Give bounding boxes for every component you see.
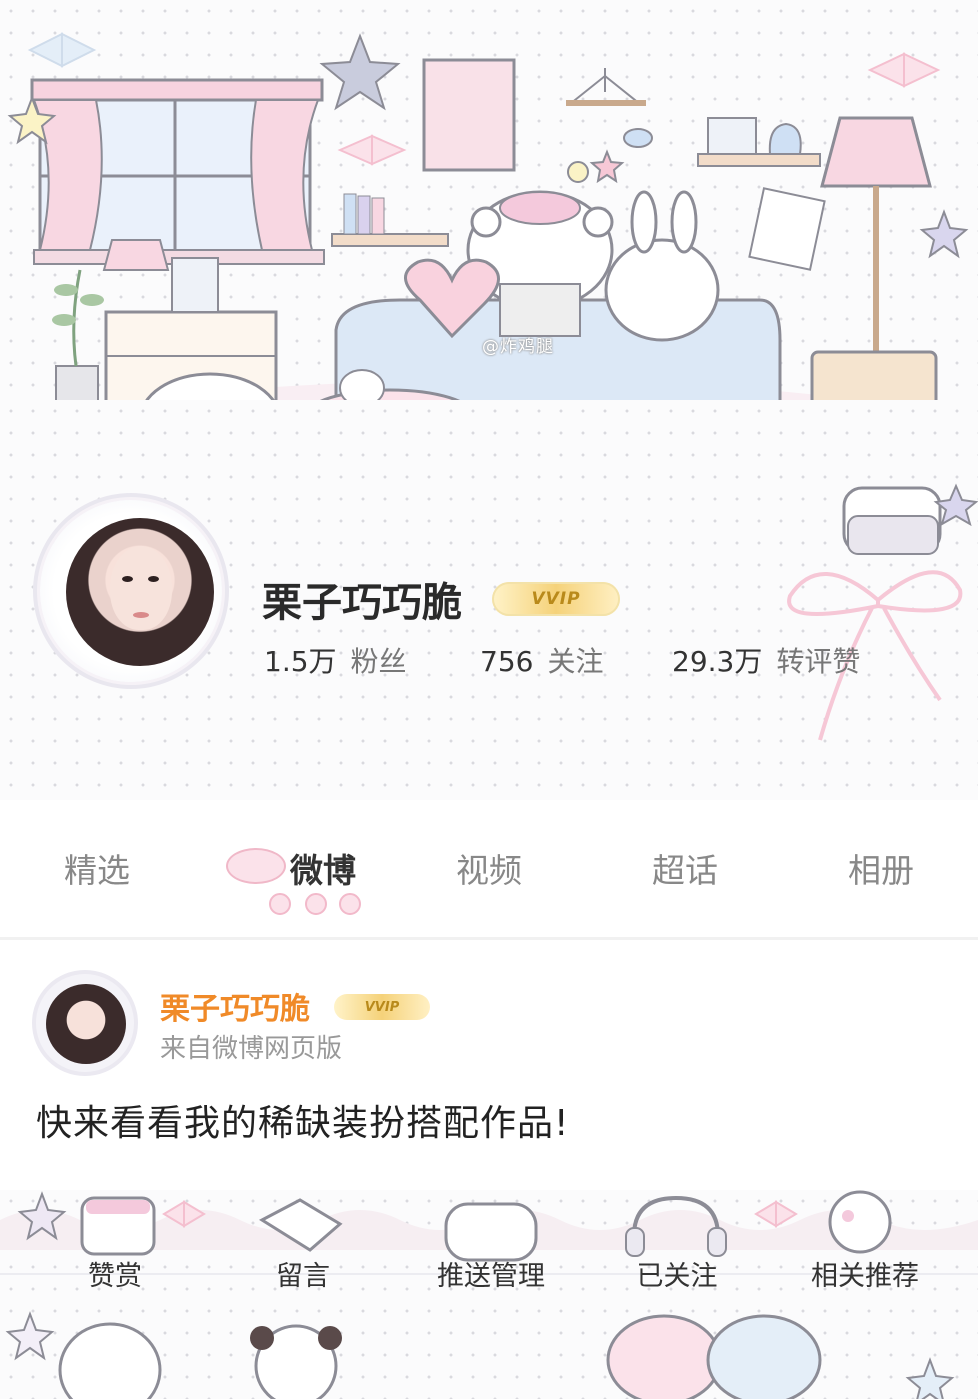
bottom-decorations bbox=[0, 1190, 978, 1399]
banner-watermark: @炸鸡腿 bbox=[482, 337, 554, 357]
avatar[interactable] bbox=[66, 518, 214, 666]
profile-username: 栗子巧巧脆 bbox=[262, 581, 462, 625]
action-following[interactable]: 已关注 bbox=[582, 1254, 772, 1293]
recommend-icon bbox=[828, 1190, 892, 1254]
active-tab-indicator-icon bbox=[269, 893, 361, 915]
action-push-settings[interactable]: 推送管理 bbox=[396, 1254, 586, 1293]
tab-featured[interactable]: 精选 bbox=[22, 844, 172, 892]
post-avatar[interactable] bbox=[46, 984, 126, 1064]
stat-label: 粉丝 bbox=[350, 645, 407, 678]
stat-value: 756 bbox=[480, 645, 534, 678]
bottom-action-bar: 赞赏 留言 推送管理 已关注 相关推荐 bbox=[0, 1190, 978, 1399]
action-label: 留言 bbox=[276, 1261, 330, 1292]
action-reward[interactable]: 赞赏 bbox=[20, 1254, 210, 1293]
action-label: 推送管理 bbox=[437, 1261, 545, 1292]
gift-box-icon bbox=[80, 1196, 156, 1256]
stat-followers[interactable]: 1.5万 粉丝 bbox=[264, 640, 407, 680]
action-label: 相关推荐 bbox=[811, 1261, 919, 1292]
profile-tabs: 精选 微博 视频 超话 相册 bbox=[0, 800, 978, 938]
profile-header: 栗子巧巧脆 VVIP 1.5万 粉丝 756 关注 29.3万 转评赞 bbox=[0, 400, 978, 800]
action-label: 已关注 bbox=[636, 1261, 718, 1292]
stat-label: 转评赞 bbox=[776, 645, 861, 678]
tab-supertopic[interactable]: 超话 bbox=[610, 844, 760, 892]
post-vip-badge: VVIP bbox=[334, 994, 430, 1020]
post-author-name[interactable]: 栗子巧巧脆 bbox=[160, 984, 310, 1028]
tab-videos[interactable]: 视频 bbox=[414, 844, 564, 892]
stat-interactions[interactable]: 29.3万 转评赞 bbox=[672, 640, 860, 680]
post-text[interactable]: 快来看看我的稀缺装扮搭配作品! bbox=[36, 1094, 569, 1146]
push-icon bbox=[444, 1202, 538, 1262]
action-label: 赞赏 bbox=[88, 1261, 142, 1292]
stat-value: 1.5万 bbox=[264, 645, 337, 678]
stat-value: 29.3万 bbox=[672, 645, 763, 678]
action-recommendations[interactable]: 相关推荐 bbox=[770, 1254, 960, 1293]
post-source: 来自微博网页版 bbox=[160, 1034, 343, 1064]
stat-following[interactable]: 756 关注 bbox=[480, 640, 603, 680]
tab-weibo[interactable]: 微博 bbox=[248, 844, 398, 892]
vip-badge[interactable]: VVIP bbox=[492, 582, 620, 616]
action-message[interactable]: 留言 bbox=[208, 1254, 398, 1293]
tab-album[interactable]: 相册 bbox=[806, 844, 956, 892]
stat-label: 关注 bbox=[547, 645, 604, 678]
weibo-post[interactable]: 栗子巧巧脆 VVIP 来自微博网页版 快来看看我的稀缺装扮搭配作品! bbox=[0, 940, 978, 1190]
